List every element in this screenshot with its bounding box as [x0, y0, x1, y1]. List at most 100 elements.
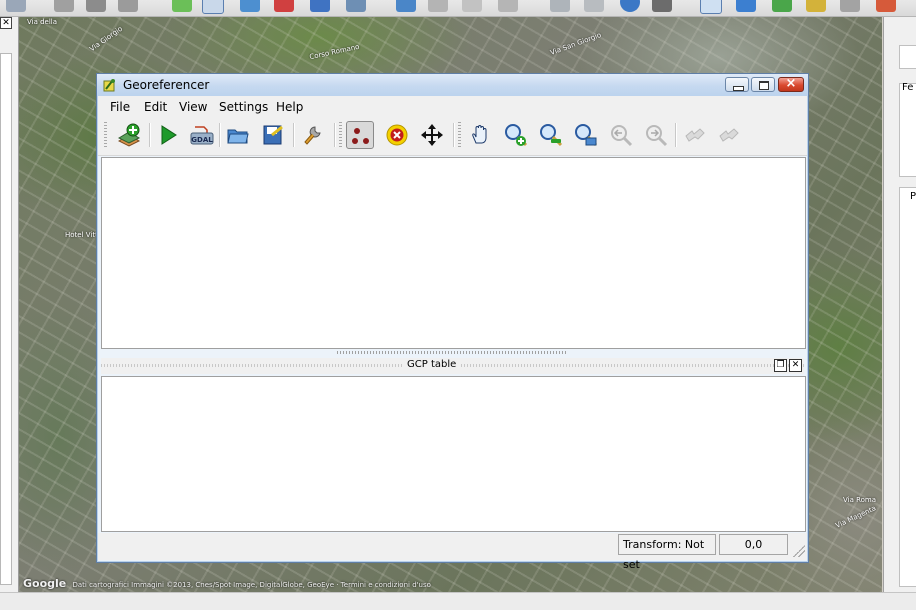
right-panel-group: Fe: [899, 82, 916, 177]
link-icon: [685, 128, 705, 142]
qgis-identify-icon[interactable]: [202, 0, 224, 14]
toolbar-grip[interactable]: [458, 122, 461, 148]
georeferencer-canvas[interactable]: [101, 157, 806, 349]
save-gcp-points-button[interactable]: [259, 121, 287, 149]
gcp-table-title: GCP table: [403, 359, 461, 370]
menu-settings[interactable]: Settings: [219, 100, 268, 114]
qgis-tool-icon[interactable]: [652, 0, 672, 12]
right-panel-group-label: Fe: [902, 82, 914, 93]
delete-point-icon: [386, 124, 408, 146]
qgis-globe-icon[interactable]: [620, 0, 640, 12]
close-button[interactable]: ×: [778, 76, 804, 92]
georeferencer-app-icon: [103, 79, 115, 92]
zoom-last-icon: [611, 125, 633, 147]
map-label: Via Giorgio: [88, 24, 125, 54]
gdal-label: GDAL: [191, 136, 213, 144]
right-panel-tool-button[interactable]: [899, 45, 916, 69]
window-title: Georeferencer: [123, 78, 210, 92]
map-label: Via della: [27, 18, 58, 26]
zoom-in-button[interactable]: [502, 121, 530, 149]
zoom-in-icon: [505, 124, 528, 147]
close-icon: ×: [785, 76, 797, 91]
qgis-tool-icon[interactable]: [736, 0, 756, 12]
qgis-main-toolbar: [0, 0, 916, 17]
zoom-last-button[interactable]: [607, 121, 635, 149]
resize-grip[interactable]: [793, 545, 805, 557]
qgis-tool-icon[interactable]: [396, 0, 416, 12]
coordinates-display: 0,0: [719, 534, 788, 555]
dock-splitter[interactable]: [337, 351, 567, 354]
toolbar-grip[interactable]: [104, 122, 107, 148]
play-icon: [161, 125, 177, 145]
right-panel-section-label: P: [910, 191, 916, 202]
zoom-out-button[interactable]: [537, 121, 565, 149]
map-label: Via Roma: [843, 496, 877, 504]
qgis-tool-icon[interactable]: [772, 0, 792, 12]
pan-hand-icon: [472, 125, 487, 144]
qgis-tool-icon[interactable]: [550, 0, 570, 12]
menu-file[interactable]: File: [110, 100, 130, 114]
map-label: Via Magenta: [834, 504, 878, 530]
zoom-to-layer-icon: [575, 124, 598, 147]
minimize-button[interactable]: [725, 77, 749, 92]
transformation-settings-button[interactable]: [299, 121, 327, 149]
qgis-tool-icon[interactable]: [428, 0, 448, 12]
transform-status: Transform: Not set: [618, 534, 716, 571]
qgis-tool-icon[interactable]: [840, 0, 860, 12]
map-credits-text[interactable]: Dati cartografici Immagini ©2013, Cnes/S…: [72, 581, 430, 589]
qgis-tool-icon[interactable]: [86, 0, 106, 12]
qgis-tool-icon[interactable]: [462, 0, 482, 12]
open-folder-icon: [227, 129, 249, 144]
right-panel-section: P: [899, 187, 916, 587]
qgis-tool-icon[interactable]: [876, 0, 896, 12]
qgis-tool-icon[interactable]: [310, 0, 330, 12]
add-point-button[interactable]: [346, 121, 374, 149]
zoom-out-icon: [540, 124, 563, 147]
menu-help[interactable]: Help: [276, 100, 303, 114]
pan-button[interactable]: [467, 121, 495, 149]
qgis-tool-icon[interactable]: [274, 0, 294, 12]
map-label: Via San Giorgio: [549, 31, 603, 57]
qgis-tool-icon[interactable]: [54, 0, 74, 12]
qgis-tool-icon[interactable]: [240, 0, 260, 12]
open-raster-button[interactable]: [115, 121, 143, 149]
menu-edit[interactable]: Edit: [144, 100, 167, 114]
qgis-status-bar: [0, 592, 916, 610]
right-dock-panel: Fe P: [883, 17, 916, 609]
gdal-script-icon: GDAL: [190, 126, 214, 145]
move-gcp-point-button[interactable]: [418, 121, 446, 149]
georeferencer-status-bar: Transform: Not set 0,0: [98, 533, 807, 571]
google-logo: Google: [23, 577, 67, 590]
close-dock-button[interactable]: ✕: [789, 359, 802, 372]
float-dock-button[interactable]: ❐: [774, 359, 787, 372]
qgis-tool-icon[interactable]: [6, 0, 26, 12]
toolbar-grip[interactable]: [339, 122, 342, 148]
gcp-table[interactable]: [101, 376, 806, 532]
qgis-tool-icon[interactable]: [346, 0, 366, 12]
maximize-button[interactable]: [751, 77, 775, 92]
zoom-to-layer-button[interactable]: [572, 121, 600, 149]
menu-view[interactable]: View: [179, 100, 207, 114]
add-point-icon: [352, 128, 369, 144]
menu-bar: File Edit View Settings Help: [98, 96, 807, 116]
start-georeferencing-button[interactable]: [154, 121, 182, 149]
map-attribution: Google Dati cartografici Immagini ©2013,…: [23, 577, 431, 590]
link-qgis-to-georeferencer-button[interactable]: [715, 121, 743, 149]
qgis-tool-icon[interactable]: [806, 0, 826, 12]
generate-gdal-script-button[interactable]: GDAL: [188, 121, 216, 149]
qgis-tool-icon[interactable]: [498, 0, 518, 12]
open-raster-icon: [117, 123, 141, 147]
qgis-select-icon[interactable]: [700, 0, 722, 14]
layers-list[interactable]: [0, 53, 12, 585]
qgis-add-icon[interactable]: [172, 0, 192, 12]
save-icon: [263, 125, 283, 145]
window-titlebar[interactable]: Georeferencer ×: [97, 74, 808, 96]
zoom-next-button[interactable]: [642, 121, 670, 149]
load-gcp-points-button[interactable]: [224, 121, 252, 149]
qgis-tool-icon[interactable]: [584, 0, 604, 12]
link-georeferencer-to-qgis-button[interactable]: [681, 121, 709, 149]
delete-point-button[interactable]: [383, 121, 411, 149]
gcp-table-dock-header[interactable]: GCP table ❐ ✕: [101, 358, 804, 374]
close-icon[interactable]: ✕: [0, 17, 12, 29]
qgis-tool-icon[interactable]: [118, 0, 138, 12]
